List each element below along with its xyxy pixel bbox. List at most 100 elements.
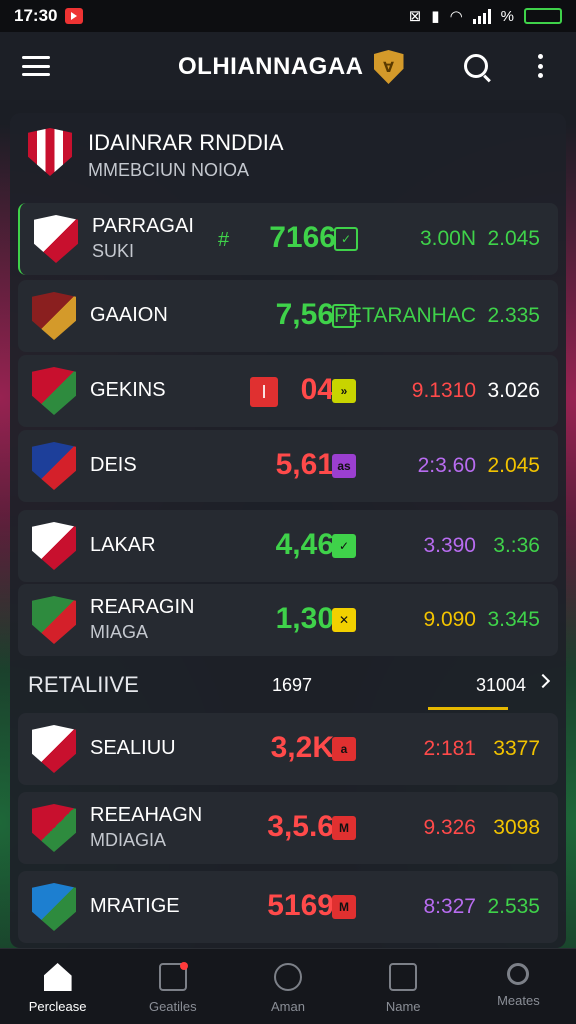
section-header: RETALIIVE 1697 31004 bbox=[18, 660, 558, 710]
odd-value-2: 3.:36 bbox=[493, 534, 540, 557]
status-icon: M bbox=[332, 895, 356, 919]
team-name: LAKAR bbox=[90, 534, 156, 556]
nfc-icon: ⊠ bbox=[408, 8, 422, 25]
team-crest-icon bbox=[32, 596, 76, 644]
score-prefix: # bbox=[218, 229, 230, 251]
odd-value-2: 2.045 bbox=[487, 454, 540, 477]
match-row[interactable]: DEIS 5,61 as 2:3.60 2.045 bbox=[18, 430, 558, 502]
nav-label-notifications: Geatiles bbox=[148, 999, 197, 1014]
team-crest-icon bbox=[32, 292, 76, 340]
score-value: 7,56 bbox=[275, 298, 334, 331]
odd-value-1: 3.390 bbox=[423, 534, 476, 557]
odd-value-1: 3.00N bbox=[419, 227, 476, 250]
status-time: 17:30 bbox=[14, 6, 58, 25]
team-name: REARAGIN bbox=[90, 596, 195, 618]
nav-label-explore: Aman bbox=[271, 999, 305, 1014]
status-bar: 17:30 ⊠ ▮ ◠ % bbox=[0, 0, 576, 32]
team-crest-icon bbox=[34, 215, 78, 263]
bottom-navigation: Perclease Geatiles Aman Name Meates bbox=[0, 948, 576, 1024]
section-value: 31004 bbox=[475, 675, 526, 695]
odd-value-1: 9.1310 bbox=[411, 379, 476, 402]
team-crest-icon bbox=[32, 804, 76, 852]
score-value: 4,46 bbox=[275, 528, 334, 561]
team-subtitle: SUKI bbox=[92, 241, 135, 261]
nav-item-home[interactable]: Perclease bbox=[0, 949, 115, 1024]
section-underline bbox=[428, 707, 508, 710]
signal-icon bbox=[472, 8, 491, 24]
odd-value-1: 8:327 bbox=[423, 895, 476, 918]
wifi-icon: ◠ bbox=[449, 8, 463, 25]
status-icon: M bbox=[332, 816, 356, 840]
odd-value-2: 3098 bbox=[493, 816, 540, 839]
score-value: 3,2K bbox=[270, 731, 334, 764]
shield-icon: ∀ bbox=[373, 50, 404, 84]
league-header[interactable]: IDAINRAR RNDDIA MMEBCIUN NOIOA bbox=[16, 122, 556, 194]
team-name: MRATIGE bbox=[90, 895, 180, 917]
odd-value-2: 3.345 bbox=[487, 608, 540, 631]
team-crest-icon bbox=[32, 367, 76, 415]
odd-value-2: 2.335 bbox=[487, 304, 540, 327]
match-row[interactable]: SEALIUU 3,2K a 2:181 3377 bbox=[18, 713, 558, 785]
odd-value-2: 2.045 bbox=[487, 227, 540, 250]
status-icon: » bbox=[332, 379, 356, 403]
chevron-right-icon[interactable] bbox=[535, 673, 551, 689]
score-value: 04 bbox=[300, 373, 334, 406]
team-crest-icon bbox=[32, 522, 76, 570]
match-row[interactable]: GEKINS I 04» 9.1310 3.026 bbox=[18, 355, 558, 427]
odd-value-1: 9.326 bbox=[423, 816, 476, 839]
more-options-icon[interactable] bbox=[538, 54, 544, 78]
section-count: 1697 bbox=[272, 675, 313, 695]
score-value: 7166 bbox=[269, 221, 336, 254]
match-row[interactable]: GAAION 7,56 ✓ PETARANHAC 2.335 bbox=[18, 280, 558, 352]
odd-value-1: 9.090 bbox=[423, 608, 476, 631]
app-title: OLHIANNAGAA bbox=[178, 53, 364, 80]
match-row[interactable]: REARAGIN MIAGA 1,30 ✕ 9.090 3.345 bbox=[18, 584, 558, 656]
team-crest-icon bbox=[32, 725, 76, 773]
section-title: RETALIIVE bbox=[28, 672, 139, 697]
nav-label-flag: Name bbox=[385, 999, 421, 1014]
team-name: REEAHAGN bbox=[90, 804, 203, 826]
notification-app-icon bbox=[65, 8, 84, 24]
nav-item-flag[interactable]: Name bbox=[346, 949, 461, 1024]
flag-icon bbox=[389, 963, 418, 991]
odd-value-2: 3377 bbox=[493, 737, 540, 760]
menu-icon[interactable] bbox=[22, 56, 50, 76]
odd-value-1: 2:3.60 bbox=[417, 454, 476, 477]
notification-badge bbox=[179, 962, 188, 970]
search-icon[interactable] bbox=[464, 54, 488, 78]
compass-icon bbox=[274, 963, 302, 991]
team-subtitle: MIAGA bbox=[90, 622, 149, 642]
nav-item-explore[interactable]: Aman bbox=[230, 949, 345, 1024]
team-crest-icon bbox=[32, 883, 76, 931]
team-name: GEKINS bbox=[90, 379, 166, 401]
status-icons: ⊠ ▮ ◠ % bbox=[409, 7, 562, 25]
search-icon bbox=[507, 963, 530, 985]
nav-label-search: Meates bbox=[497, 993, 540, 1008]
team-name: SEALIUU bbox=[90, 737, 176, 759]
status-icon: a bbox=[332, 737, 356, 761]
status-icon: ✓ bbox=[334, 227, 358, 251]
status-icon: ✓ bbox=[332, 534, 356, 558]
odd-value-2: 2.535 bbox=[487, 895, 540, 918]
match-row[interactable]: REEAHAGN MDIAGIA 3,5.6 M 9.326 3098 bbox=[18, 792, 558, 864]
team-subtitle: MDIAGIA bbox=[90, 830, 167, 850]
odd-value-2: 3.026 bbox=[487, 379, 540, 402]
match-row[interactable]: MRATIGE 5169 M 8:327 2.535 bbox=[18, 871, 558, 943]
league-name: IDAINRAR RNDDIA bbox=[88, 130, 284, 155]
notification-icon bbox=[158, 962, 188, 991]
nav-item-search[interactable]: Meates bbox=[461, 949, 576, 1024]
status-icon: as bbox=[332, 454, 356, 478]
match-row[interactable]: PARRAGAI SUKI #7166 ✓ 3.00N 2.045 bbox=[18, 203, 558, 275]
league-subtitle: MMEBCIUN NOIOA bbox=[88, 160, 250, 180]
score-value: 1,30 bbox=[275, 602, 334, 635]
vibrate-icon: ▮ bbox=[431, 8, 440, 25]
app-bar: OLHIANNAGAA ∀ bbox=[0, 32, 576, 100]
team-name: DEIS bbox=[90, 454, 137, 476]
team-crest-icon bbox=[32, 442, 76, 490]
nav-label-home: Perclease bbox=[28, 999, 87, 1014]
score-value: 5169 bbox=[267, 889, 334, 922]
match-row[interactable]: LAKAR 4,46 ✓ 3.390 3.:36 bbox=[18, 510, 558, 582]
nav-item-notifications[interactable]: Geatiles bbox=[115, 949, 230, 1024]
signal-percent: % bbox=[500, 7, 514, 25]
score-value: 5,61 bbox=[275, 448, 334, 481]
